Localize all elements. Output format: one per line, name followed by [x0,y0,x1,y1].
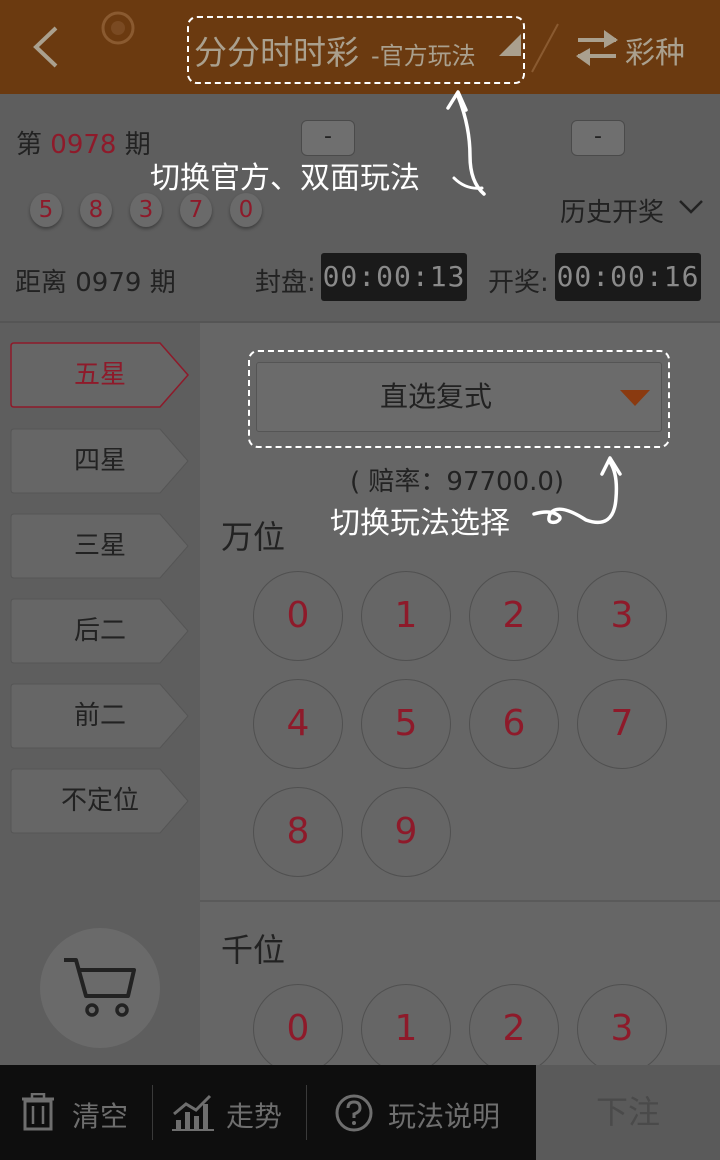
result-ball: 8 [80,193,112,227]
clear-button[interactable]: 清空 [72,1095,128,1135]
cart-button[interactable] [40,928,160,1048]
tab-three-star[interactable]: 三星 [10,513,190,579]
number-ball[interactable]: 2 [469,984,559,1074]
header-divider [531,23,559,73]
tab-last-two[interactable]: 后二 [10,598,190,664]
trash-icon[interactable] [20,1093,56,1131]
switch-arrows-icon[interactable] [574,28,620,68]
tab-label: 后二 [73,616,126,646]
number-ball[interactable]: 0 [253,571,343,661]
issue-suffix: 期 [124,130,151,160]
tab-first-two[interactable]: 前二 [10,683,190,749]
logo-icon [101,11,135,45]
tab-four-star[interactable]: 四星 [10,428,190,494]
number-ball[interactable]: 8 [253,787,343,877]
annotation-switch-play: 切换玩法选择 [330,506,510,541]
number-ball[interactable]: 2 [469,571,559,661]
position-label-ten-thousands: 万位 [221,518,286,556]
number-ball[interactable]: 7 [577,679,667,769]
result-placeholder-right: - [571,120,625,156]
history-results-link[interactable]: 历史开奖 [560,192,664,229]
next-issue-label: 距离 0979 期 [15,268,176,298]
issue-prefix: 第 [16,130,43,160]
tab-label: 三星 [73,531,126,561]
issue-number: 0978 [50,130,117,160]
tab-five-star[interactable]: 五星 [10,342,190,408]
play-rules-button[interactable]: 玩法说明 [388,1095,500,1135]
result-ball: 7 [180,193,212,227]
section-divider [200,900,720,902]
play-mode-subtitle[interactable]: -官方玩法 [371,36,476,71]
result-ball: 3 [130,193,162,227]
issue-info: 第 0978 期 [16,124,151,161]
number-ball[interactable]: 0 [253,984,343,1074]
position-label-thousands: 千位 [221,931,286,969]
number-ball[interactable]: 4 [253,679,343,769]
dropdown-corner-icon[interactable] [497,32,523,58]
back-icon[interactable] [26,22,66,72]
annotation-arrow-up [446,90,486,196]
open-label: 开奖: [488,268,549,298]
trend-chart-icon[interactable] [172,1092,214,1132]
place-bet-button[interactable]: 下注 [536,1065,720,1160]
toolbar-divider [306,1085,307,1140]
open-countdown: 00:00:16 [555,253,701,301]
annotation-switch-mode: 切换官方、双面玩法 [150,161,420,196]
tab-label: 不定位 [60,786,139,816]
close-label: 封盘: [255,268,316,298]
lottery-switch-button[interactable]: 彩种 [625,28,685,72]
tab-label: 前二 [73,701,126,731]
close-countdown: 00:00:13 [321,253,467,301]
result-placeholder-left: - [301,120,355,156]
help-icon[interactable] [334,1093,374,1133]
number-ball[interactable]: 5 [361,679,451,769]
toolbar-divider [152,1085,153,1140]
number-ball[interactable]: 6 [469,679,559,769]
trend-button[interactable]: 走势 [226,1095,282,1135]
number-ball[interactable]: 1 [361,571,451,661]
number-ball[interactable]: 3 [577,571,667,661]
cart-icon [64,958,136,1017]
tab-label: 五星 [73,360,126,390]
annotation-arrow-up [532,456,622,525]
number-ball[interactable]: 1 [361,984,451,1074]
number-ball[interactable]: 9 [361,787,451,877]
tab-unfixed-position[interactable]: 不定位 [10,768,190,834]
lottery-title[interactable]: 分分时时彩 [194,26,359,74]
play-type-highlight-box [248,350,670,448]
result-ball: 5 [30,193,62,227]
tab-label: 四星 [73,446,126,476]
result-ball: 0 [230,193,262,227]
chevron-down-icon[interactable] [678,198,704,216]
number-ball[interactable]: 3 [577,984,667,1074]
